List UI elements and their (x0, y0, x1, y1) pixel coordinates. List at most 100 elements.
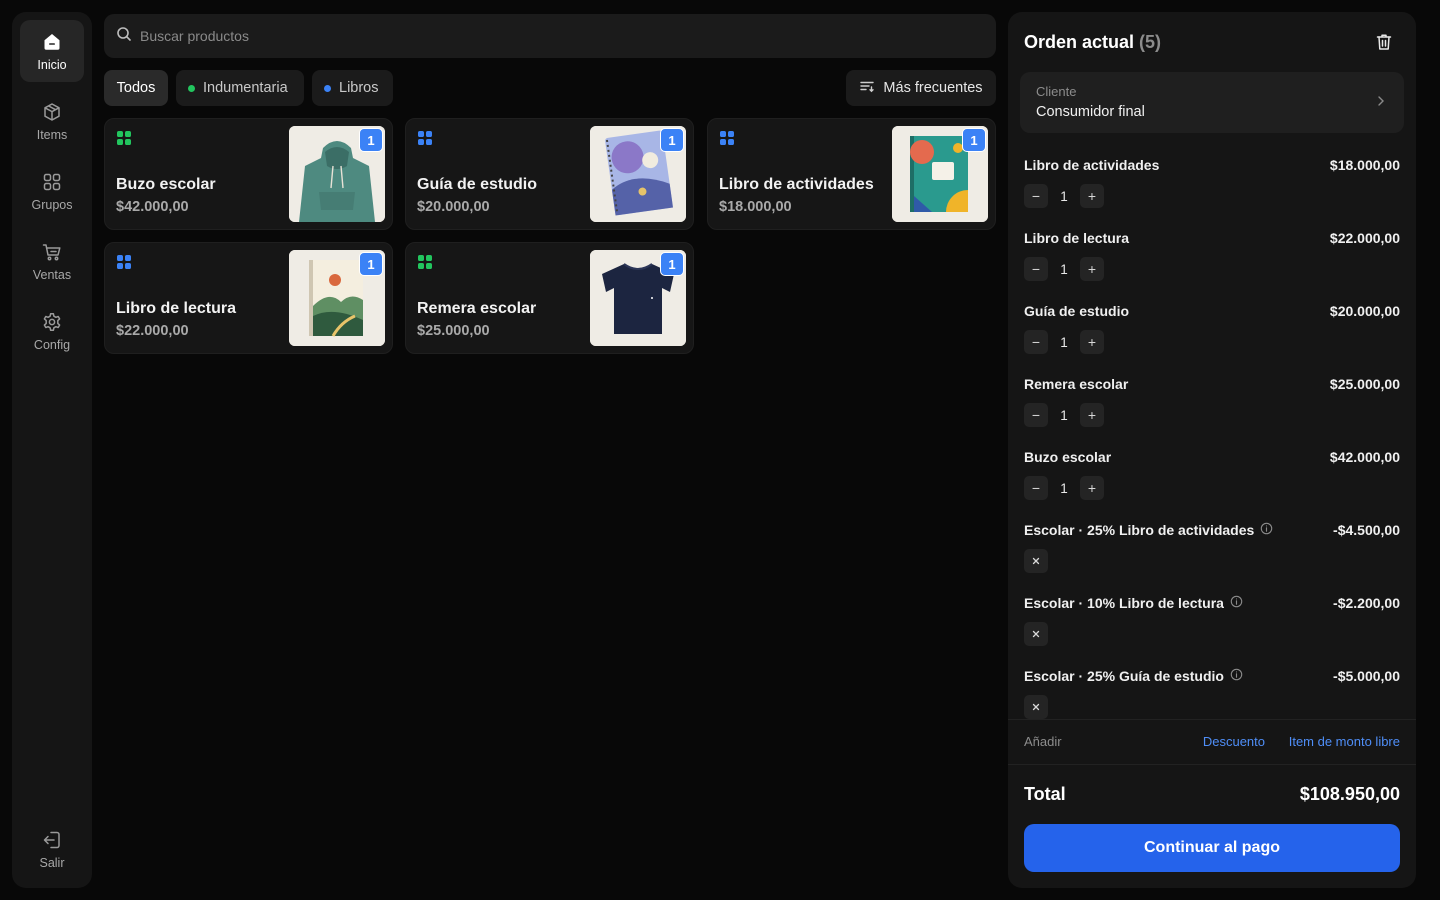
increase-quantity-button[interactable]: + (1080, 257, 1104, 281)
discount-name: Escolar · 25% Guía de estudio (1024, 668, 1243, 684)
line-amount: $42.000,00 (1329, 449, 1400, 465)
order-line: Buzo escolar $42.000,00 − 1 + (1024, 444, 1400, 514)
nav-item-ventas[interactable]: Ventas (20, 230, 84, 292)
logout-button[interactable]: Salir (20, 818, 84, 880)
order-count: (5) (1139, 32, 1162, 52)
nav-label: Config (33, 337, 71, 352)
remove-discount-button[interactable] (1024, 549, 1048, 573)
quantity-badge: 1 (359, 128, 383, 152)
discount-line: Escolar · 25% Guía de estudio -$5.000,00 (1024, 663, 1400, 719)
line-quantity: 1 (1060, 188, 1068, 204)
grid-icon (41, 171, 63, 193)
product-card[interactable]: Libro de actividades $18.000,00 1 (707, 118, 996, 230)
customer-selector[interactable]: Cliente Consumidor final (1020, 72, 1404, 133)
line-name: Guía de estudio (1024, 303, 1130, 319)
close-icon (1032, 557, 1040, 565)
product-price: $42.000,00 (116, 199, 189, 215)
product-card[interactable]: Guía de estudio $20.000,00 1 (405, 118, 694, 230)
filter-chip-libros[interactable]: Libros (312, 70, 393, 106)
decrease-quantity-button[interactable]: − (1024, 403, 1048, 427)
nav-label: Items (36, 127, 68, 142)
discount-name: Escolar · 10% Libro de lectura (1024, 595, 1243, 611)
info-icon[interactable] (1230, 668, 1243, 684)
product-price: $25.000,00 (417, 323, 490, 339)
total-value: $108.950,00 (1299, 784, 1400, 804)
order-lines: Libro de actividades $18.000,00 − 1 + Li… (1008, 152, 1416, 719)
product-card[interactable]: Remera escolar $25.000,00 1 (405, 242, 694, 354)
info-icon[interactable] (1260, 522, 1273, 538)
filter-chip-label: Indumentaria (203, 80, 288, 96)
line-amount: $20.000,00 (1329, 303, 1400, 319)
trash-icon[interactable] (1374, 32, 1394, 52)
product-price: $20.000,00 (417, 199, 490, 215)
decrease-quantity-button[interactable]: − (1024, 257, 1048, 281)
product-price: $18.000,00 (719, 199, 792, 215)
chevron-right-icon (1374, 94, 1388, 113)
line-name: Remera escolar (1024, 376, 1129, 392)
line-name: Libro de actividades (1024, 157, 1160, 173)
order-panel: Orden actual (5) Cliente Consumidor fina… (1008, 12, 1416, 888)
increase-quantity-button[interactable]: + (1080, 476, 1104, 500)
quantity-badge: 1 (359, 252, 383, 276)
group-grid-icon (417, 130, 433, 146)
line-amount: $22.000,00 (1329, 230, 1400, 246)
add-label: Añadir (1024, 734, 1062, 749)
remove-discount-button[interactable] (1024, 622, 1048, 646)
close-icon (1032, 703, 1040, 711)
quantity-badge: 1 (660, 128, 684, 152)
product-name: Remera escolar (417, 300, 537, 317)
nav-item-grupos[interactable]: Grupos (20, 160, 84, 222)
filter-chip-indumentaria[interactable]: Indumentaria (176, 70, 304, 106)
sidebar: Inicio Items Grupos Ventas Config Salir (12, 12, 92, 888)
order-line: Libro de actividades $18.000,00 − 1 + (1024, 152, 1400, 222)
search-input[interactable] (140, 28, 980, 44)
line-name: Buzo escolar (1024, 449, 1112, 465)
nav-item-items[interactable]: Items (20, 90, 84, 152)
group-grid-icon (417, 254, 433, 270)
decrease-quantity-button[interactable]: − (1024, 476, 1048, 500)
discount-name-text: Escolar · 25% Guía de estudio (1024, 668, 1224, 684)
decrease-quantity-button[interactable]: − (1024, 184, 1048, 208)
add-discount-link[interactable]: Descuento (1203, 734, 1265, 749)
pay-button-label: Continuar al pago (1144, 839, 1280, 856)
total-label: Total (1024, 784, 1066, 804)
line-amount: $18.000,00 (1329, 157, 1400, 173)
discount-amount: -$4.500,00 (1333, 522, 1400, 538)
line-quantity: 1 (1060, 407, 1068, 423)
filter-chip-todos[interactable]: Todos (104, 70, 168, 106)
group-color-dot (188, 84, 195, 92)
product-name: Buzo escolar (116, 176, 216, 193)
product-name: Libro de lectura (116, 300, 237, 317)
product-card[interactable]: Buzo escolar $42.000,00 1 (104, 118, 393, 230)
sort-icon (859, 78, 875, 98)
nav-item-config[interactable]: Config (20, 300, 84, 362)
line-quantity: 1 (1060, 480, 1068, 496)
discount-name: Escolar · 25% Libro de actividades (1024, 522, 1273, 538)
nav-item-inicio[interactable]: Inicio (20, 20, 84, 82)
increase-quantity-button[interactable]: + (1080, 403, 1104, 427)
increase-quantity-button[interactable]: + (1080, 184, 1104, 208)
quantity-badge: 1 (962, 128, 986, 152)
decrease-quantity-button[interactable]: − (1024, 330, 1048, 354)
continue-to-payment-button[interactable]: Continuar al pago (1024, 824, 1400, 872)
group-grid-icon (116, 130, 132, 146)
group-color-dot (324, 84, 331, 92)
nav-label: Ventas (32, 267, 72, 282)
filter-chip-label: Todos (116, 80, 156, 96)
increase-quantity-button[interactable]: + (1080, 330, 1104, 354)
order-title-text: Orden actual (1024, 32, 1135, 52)
info-icon[interactable] (1230, 595, 1243, 611)
sort-label: Más frecuentes (883, 80, 983, 96)
product-card[interactable]: Libro de lectura $22.000,00 1 (104, 242, 393, 354)
remove-discount-button[interactable] (1024, 695, 1048, 719)
sort-button[interactable]: Más frecuentes (846, 70, 996, 106)
discount-name-text: Escolar · 10% Libro de lectura (1024, 595, 1224, 611)
gear-icon (41, 311, 63, 333)
logout-label: Salir (39, 855, 65, 870)
product-price: $22.000,00 (116, 323, 189, 339)
line-quantity: 1 (1060, 261, 1068, 277)
line-name: Libro de lectura (1024, 230, 1130, 246)
cart-icon (41, 241, 63, 263)
discount-name-text: Escolar · 25% Libro de actividades (1024, 522, 1255, 538)
add-custom-amount-link[interactable]: Item de monto libre (1289, 734, 1400, 749)
